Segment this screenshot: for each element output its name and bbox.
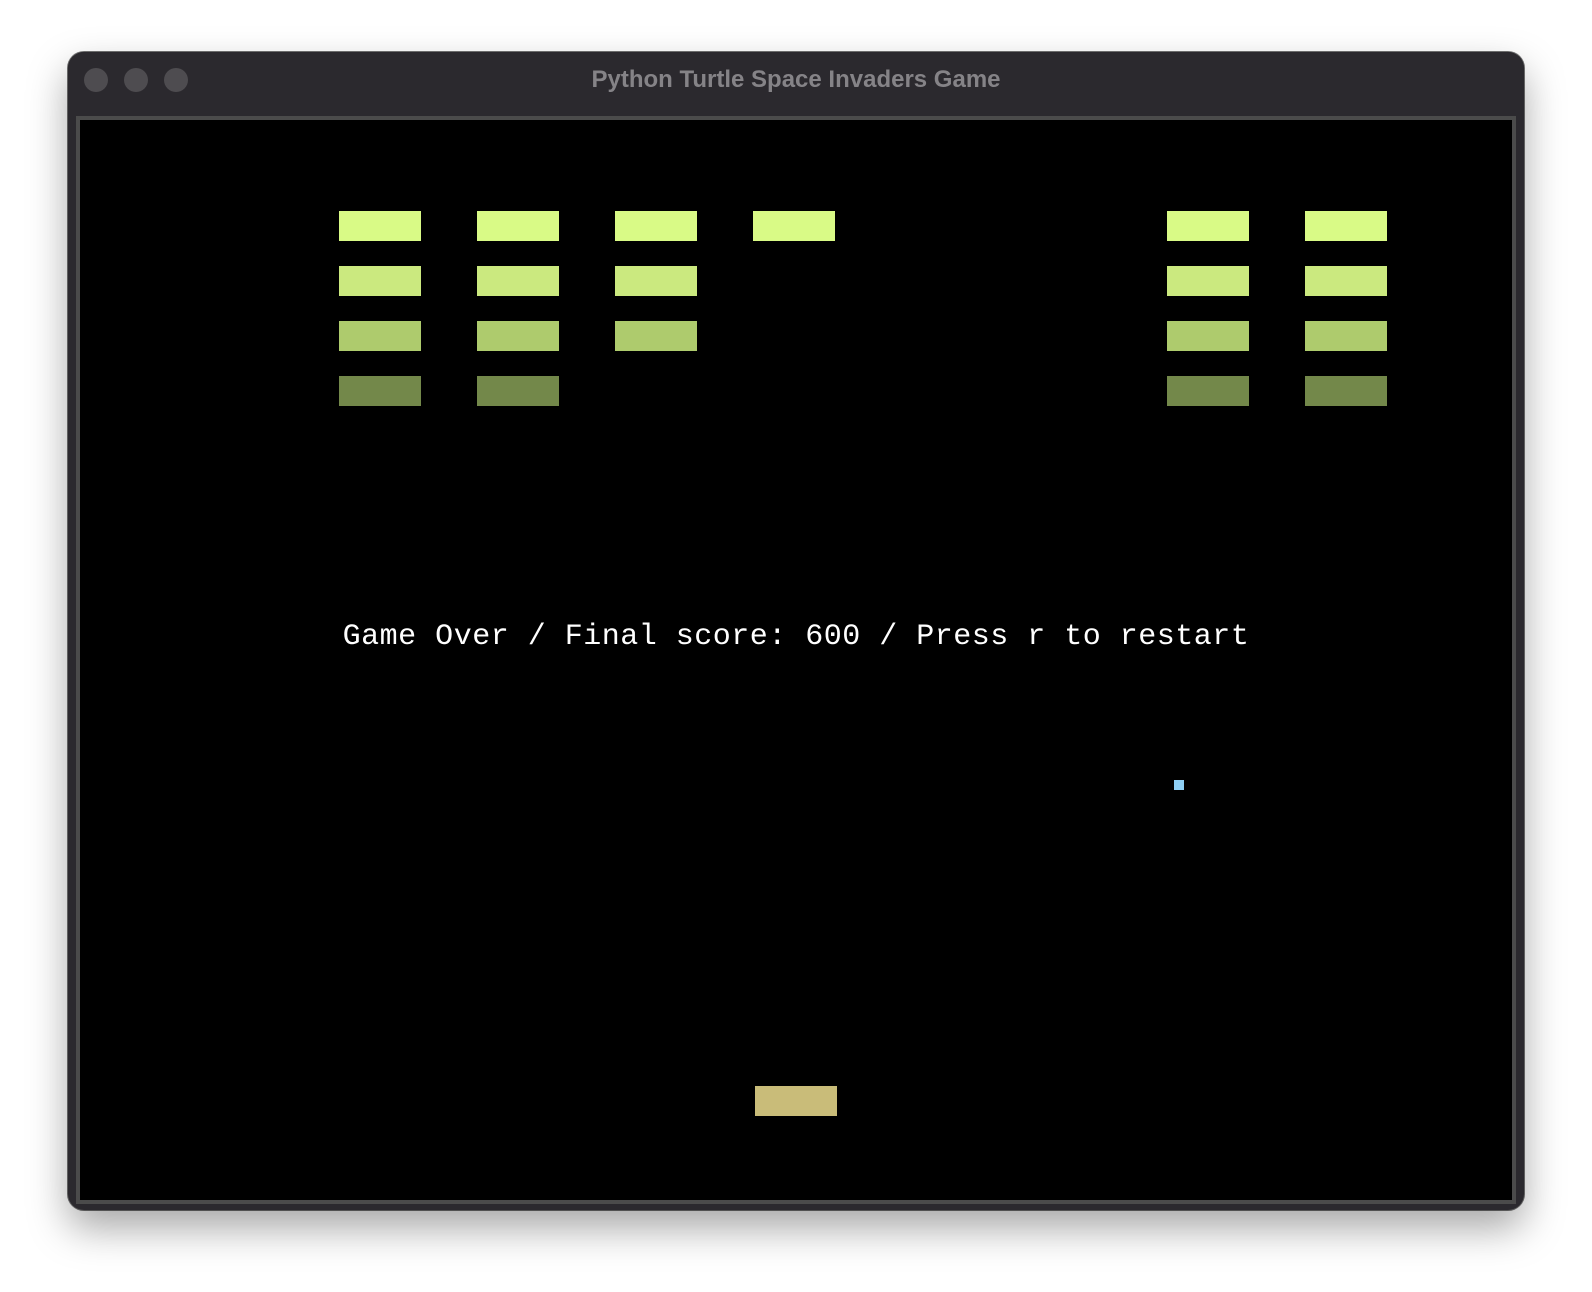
invader-r1-c7 xyxy=(1167,211,1249,241)
player-ship xyxy=(755,1086,837,1116)
invader-r3-c7 xyxy=(1167,321,1249,351)
invader-r2-c8 xyxy=(1305,266,1387,296)
title-bar[interactable]: Python Turtle Space Invaders Game xyxy=(68,52,1524,108)
invader-r1-c4 xyxy=(753,211,835,241)
invader-r2-c1 xyxy=(339,266,421,296)
invader-r3-c3 xyxy=(615,321,697,351)
window-title: Python Turtle Space Invaders Game xyxy=(591,66,1001,93)
game-canvas[interactable]: Game Over / Final score: 600 / Press r t… xyxy=(80,120,1512,1200)
invader-r4-c2 xyxy=(477,376,559,406)
invader-r1-c1 xyxy=(339,211,421,241)
invader-r3-c8 xyxy=(1305,321,1387,351)
invader-r1-c2 xyxy=(477,211,559,241)
game-over-message: Game Over / Final score: 600 / Press r t… xyxy=(342,620,1250,654)
invader-r4-c7 xyxy=(1167,376,1249,406)
invader-r3-c2 xyxy=(477,321,559,351)
invader-r2-c3 xyxy=(615,266,697,296)
invader-r1-c8 xyxy=(1305,211,1387,241)
invader-r1-c3 xyxy=(615,211,697,241)
invader-r4-c8 xyxy=(1305,376,1387,406)
game-window: Python Turtle Space Invaders Game Game O… xyxy=(68,52,1524,1210)
enemy-bullet xyxy=(1174,780,1184,790)
invader-r2-c2 xyxy=(477,266,559,296)
invader-r4-c1 xyxy=(339,376,421,406)
invader-r3-c1 xyxy=(339,321,421,351)
invader-r2-c7 xyxy=(1167,266,1249,296)
